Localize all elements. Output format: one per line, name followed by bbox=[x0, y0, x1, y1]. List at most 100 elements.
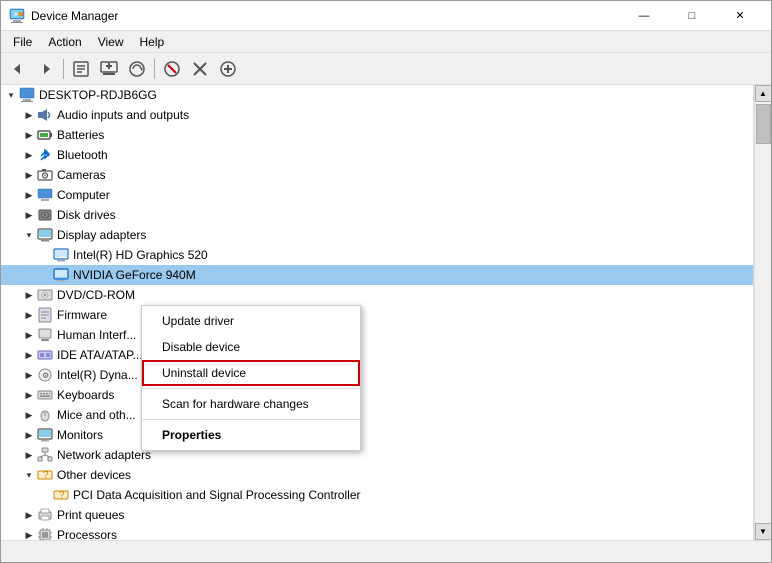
tree-item-pci[interactable]: ▶ ? PCI Data Acquisition and Signal Proc… bbox=[1, 485, 753, 505]
network-label: Network adapters bbox=[57, 448, 151, 462]
tree-item-audio[interactable]: ▶ Audio inputs and outputs bbox=[1, 105, 753, 125]
svg-text:⚙: ⚙ bbox=[42, 371, 49, 380]
menu-view[interactable]: View bbox=[90, 33, 132, 51]
hid-expand-icon[interactable]: ▶ bbox=[21, 327, 37, 343]
dvd-expand-icon[interactable]: ▶ bbox=[21, 287, 37, 303]
context-disable-device[interactable]: Disable device bbox=[142, 334, 360, 360]
context-update-driver[interactable]: Update driver bbox=[142, 308, 360, 334]
tree-root[interactable]: ▾ DESKTOP-RDJB6GG bbox=[1, 85, 753, 105]
audio-icon bbox=[37, 107, 53, 123]
tree-item-nvidia-gpu[interactable]: ▶ NVIDIA GeForce 940M bbox=[1, 265, 753, 285]
tree-item-dvd[interactable]: ▶ DVD/CD-ROM bbox=[1, 285, 753, 305]
ide-expand-icon[interactable]: ▶ bbox=[21, 347, 37, 363]
tree-item-other[interactable]: ▾ ? Other devices bbox=[1, 465, 753, 485]
mice-icon bbox=[37, 407, 53, 423]
tree-item-hid[interactable]: ▶ Human Interf... bbox=[1, 325, 753, 345]
monitors-label: Monitors bbox=[57, 428, 103, 442]
tree-item-monitors[interactable]: ▶ Monitors bbox=[1, 425, 753, 445]
computer-item-icon bbox=[37, 187, 53, 203]
menu-help[interactable]: Help bbox=[132, 33, 173, 51]
context-scan-hardware[interactable]: Scan for hardware changes bbox=[142, 391, 360, 417]
maximize-button[interactable]: □ bbox=[669, 6, 715, 26]
other-expand-icon[interactable]: ▾ bbox=[21, 467, 37, 483]
tree-item-processors[interactable]: ▶ Processors bbox=[1, 525, 753, 540]
intel-dyn-expand-icon[interactable]: ▶ bbox=[21, 367, 37, 383]
disable-device-label: Disable device bbox=[162, 340, 240, 354]
mice-expand-icon[interactable]: ▶ bbox=[21, 407, 37, 423]
processors-expand-icon[interactable]: ▶ bbox=[21, 527, 37, 540]
tree-item-disk[interactable]: ▶ Disk drives bbox=[1, 205, 753, 225]
cameras-expand-icon[interactable]: ▶ bbox=[21, 167, 37, 183]
svg-text:⚙: ⚙ bbox=[14, 11, 18, 16]
tree-item-mice[interactable]: ▶ Mice and oth... bbox=[1, 405, 753, 425]
processors-icon bbox=[37, 527, 53, 540]
forward-button[interactable] bbox=[33, 57, 59, 81]
menu-action[interactable]: Action bbox=[40, 33, 89, 51]
print-expand-icon[interactable]: ▶ bbox=[21, 507, 37, 523]
device-manager-window: ⚙ Device Manager — □ ✕ File Action View … bbox=[0, 0, 772, 563]
scan-hardware-button[interactable] bbox=[124, 57, 150, 81]
tree-item-intel-dyn[interactable]: ▶ ⚙ Intel(R) Dyna... bbox=[1, 365, 753, 385]
audio-expand-icon[interactable]: ▶ bbox=[21, 107, 37, 123]
other-icon: ? bbox=[37, 467, 53, 483]
monitors-expand-icon[interactable]: ▶ bbox=[21, 427, 37, 443]
context-properties[interactable]: Properties bbox=[142, 422, 360, 448]
add-driver-button[interactable] bbox=[215, 57, 241, 81]
computer-icon bbox=[19, 87, 35, 103]
toolbar bbox=[1, 53, 771, 85]
computer-expand-icon[interactable]: ▶ bbox=[21, 187, 37, 203]
context-uninstall-device[interactable]: Uninstall device bbox=[142, 360, 360, 386]
device-tree[interactable]: ▾ DESKTOP-RDJB6GG ▶ bbox=[1, 85, 754, 540]
tree-item-keyboards[interactable]: ▶ Keyboards bbox=[1, 385, 753, 405]
svg-text:?: ? bbox=[43, 470, 49, 481]
scroll-thumb[interactable] bbox=[756, 104, 771, 144]
scroll-up-button[interactable]: ▲ bbox=[755, 85, 772, 102]
disk-expand-icon[interactable]: ▶ bbox=[21, 207, 37, 223]
hid-icon bbox=[37, 327, 53, 343]
update-driver-button[interactable] bbox=[96, 57, 122, 81]
scroll-down-button[interactable]: ▼ bbox=[755, 523, 772, 540]
toolbar-separator-2 bbox=[154, 59, 155, 79]
print-icon bbox=[37, 507, 53, 523]
display-expand-icon[interactable]: ▾ bbox=[21, 227, 37, 243]
root-expand-icon[interactable]: ▾ bbox=[3, 87, 19, 103]
tree-item-network[interactable]: ▶ Network adapters bbox=[1, 445, 753, 465]
tree-item-firmware[interactable]: ▶ Firmware bbox=[1, 305, 753, 325]
bluetooth-expand-icon[interactable]: ▶ bbox=[21, 147, 37, 163]
properties-button[interactable] bbox=[68, 57, 94, 81]
tree-item-display[interactable]: ▾ Display adapters bbox=[1, 225, 753, 245]
network-icon bbox=[37, 447, 53, 463]
title-bar: ⚙ Device Manager — □ ✕ bbox=[1, 1, 771, 31]
close-button[interactable]: ✕ bbox=[717, 6, 763, 26]
tree-item-print[interactable]: ▶ Print queues bbox=[1, 505, 753, 525]
batteries-expand-icon[interactable]: ▶ bbox=[21, 127, 37, 143]
scan-hardware-label: Scan for hardware changes bbox=[162, 397, 309, 411]
tree-item-cameras[interactable]: ▶ Cameras bbox=[1, 165, 753, 185]
context-menu-separator bbox=[142, 388, 360, 389]
batteries-icon bbox=[37, 127, 53, 143]
intel-gpu-icon bbox=[53, 247, 69, 263]
intel-dyn-icon: ⚙ bbox=[37, 367, 53, 383]
uninstall-device-button[interactable] bbox=[187, 57, 213, 81]
tree-item-ide[interactable]: ▶ IDE ATA/ATAP... bbox=[1, 345, 753, 365]
disable-device-button[interactable] bbox=[159, 57, 185, 81]
scrollbar[interactable]: ▲ ▼ bbox=[754, 85, 771, 540]
back-button[interactable] bbox=[5, 57, 31, 81]
update-driver-label: Update driver bbox=[162, 314, 234, 328]
disk-icon bbox=[37, 207, 53, 223]
firmware-expand-icon[interactable]: ▶ bbox=[21, 307, 37, 323]
computer-label: Computer bbox=[57, 188, 110, 202]
menu-file[interactable]: File bbox=[5, 33, 40, 51]
tree-item-intel-gpu[interactable]: ▶ Intel(R) HD Graphics 520 bbox=[1, 245, 753, 265]
other-label: Other devices bbox=[57, 468, 131, 482]
tree-item-computer[interactable]: ▶ Computer bbox=[1, 185, 753, 205]
keyboards-expand-icon[interactable]: ▶ bbox=[21, 387, 37, 403]
tree-item-batteries[interactable]: ▶ Batteries bbox=[1, 125, 753, 145]
context-menu-separator-2 bbox=[142, 419, 360, 420]
minimize-button[interactable]: — bbox=[621, 6, 667, 26]
network-expand-icon[interactable]: ▶ bbox=[21, 447, 37, 463]
batteries-label: Batteries bbox=[57, 128, 104, 142]
nvidia-gpu-icon bbox=[53, 267, 69, 283]
nvidia-gpu-label: NVIDIA GeForce 940M bbox=[73, 268, 196, 282]
tree-item-bluetooth[interactable]: ▶ Bluetooth bbox=[1, 145, 753, 165]
